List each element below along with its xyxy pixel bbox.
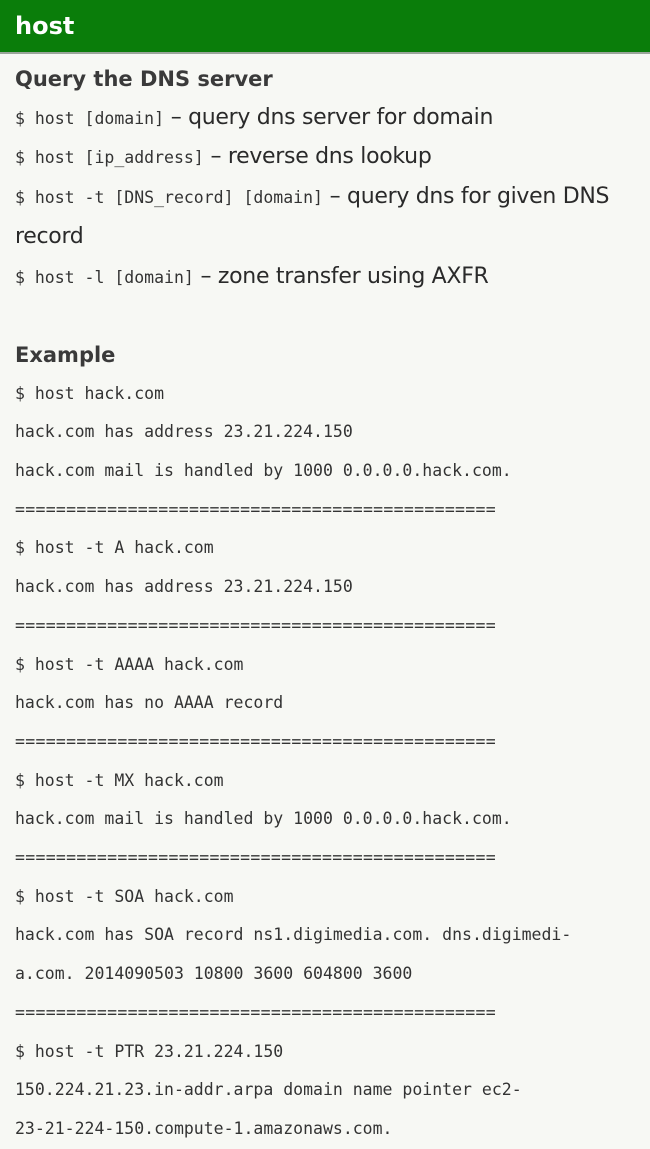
command-item: $ host -l [domain] – zone transfer using… [15,258,635,298]
command-item: $ host -t [DNS_record] [domain] – query … [15,178,635,257]
command-list: $ host [domain] – query dns server for d… [15,99,635,298]
section-heading-example: Example [15,342,116,367]
separator-line: ========================================… [15,499,496,519]
command-description: – query dns server for domain [164,104,494,130]
command-line: $ host hack.com [15,383,165,403]
command-line: $ host -t MX hack.com [15,770,224,790]
output-line: hack.com mail is handled by 1000 0.0.0.0… [15,809,512,829]
content: Query the DNS server $ host [domain] – q… [0,54,650,1149]
command-line: $ host -t A hack.com [15,538,214,558]
output-line: hack.com has address 23.21.224.150 [15,577,353,597]
page-title: host [15,12,75,40]
command-syntax: $ host [ip_address] [15,148,204,168]
separator-line: ========================================… [15,615,496,635]
output-line: 150.224.21.23.in-addr.arpa domain name p… [15,1080,522,1100]
separator-line: ========================================… [15,731,496,751]
separator-line: ========================================… [15,848,496,868]
command-item: $ host [ip_address] – reverse dns lookup [15,138,635,178]
command-description: – zone transfer using AXFR [193,263,489,289]
command-syntax: $ host -t [DNS_record] [domain] [15,188,323,208]
output-line: hack.com has no AAAA record [15,693,284,713]
command-line: $ host -t SOA hack.com [15,886,234,906]
app-header: host [0,0,650,54]
command-description: – reverse dns lookup [203,144,432,170]
command-line: $ host -t AAAA hack.com [15,654,244,674]
output-line: a.com. 2014090503 10800 3600 604800 3600 [15,964,413,984]
command-item: $ host [domain] – query dns server for d… [15,99,635,139]
command-line: $ host -t PTR 23.21.224.150 [15,1041,284,1061]
example-output: $ host hack.com hack.com has address 23.2… [15,375,635,1149]
section-heading-query: Query the DNS server [15,67,273,91]
output-line: 23-21-224-150.compute-1.amazonaws.com. [15,1118,393,1138]
output-line: hack.com has SOA record ns1.digimedia.co… [15,925,572,945]
command-syntax: $ host -l [domain] [15,267,194,287]
output-line: hack.com mail is handled by 1000 0.0.0.0… [15,461,512,481]
command-syntax: $ host [domain] [15,108,165,128]
output-line: hack.com has address 23.21.224.150 [15,422,353,442]
separator-line: ========================================… [15,1002,496,1022]
